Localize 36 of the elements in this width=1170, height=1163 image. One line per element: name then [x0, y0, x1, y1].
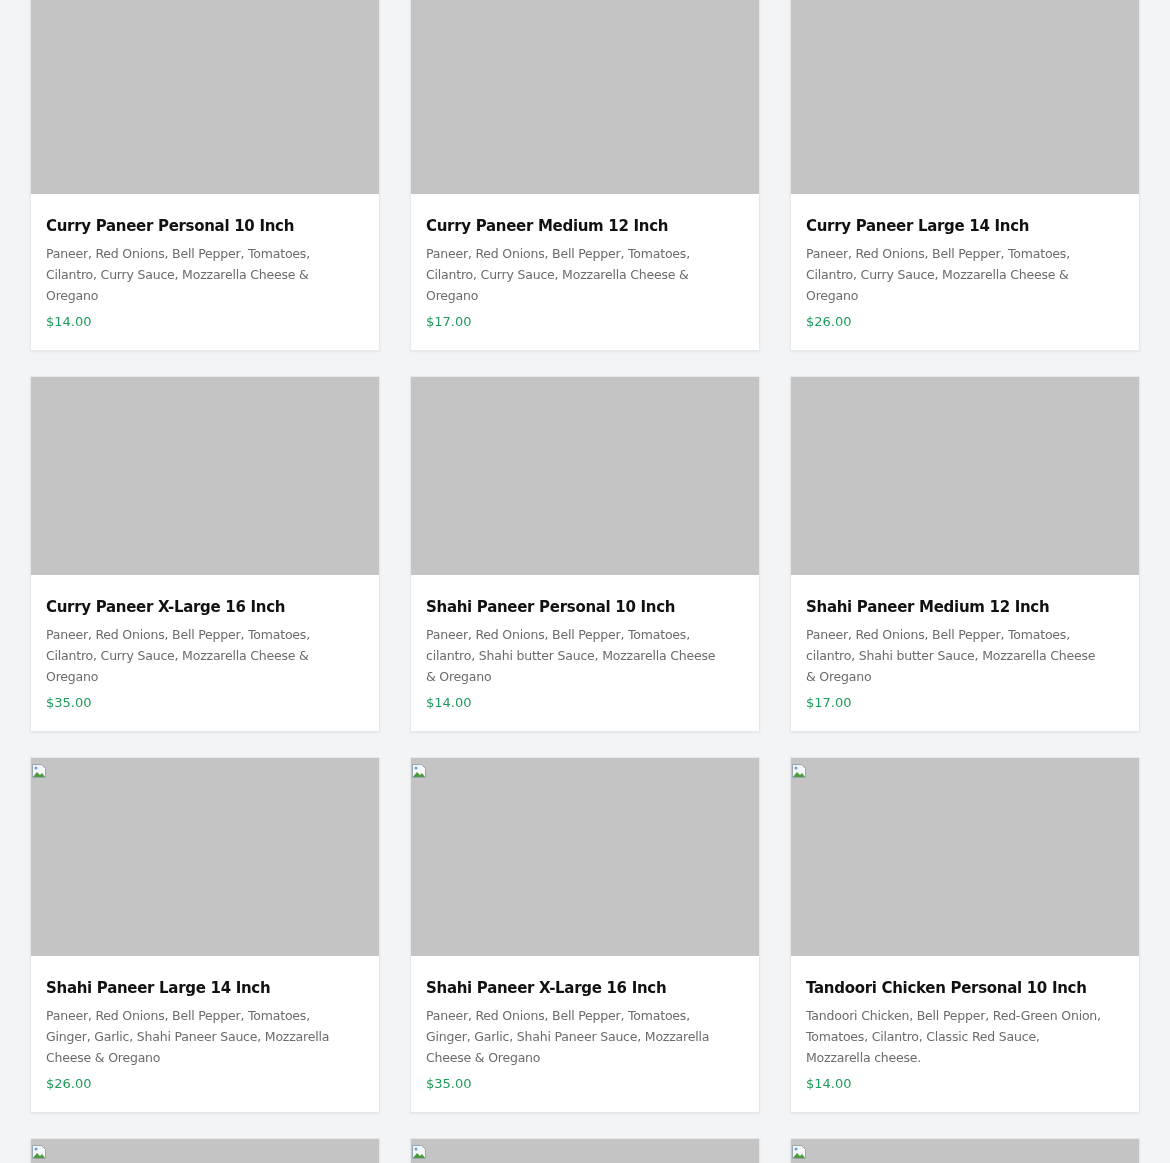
product-card[interactable]: Shahi Paneer Large 14 Inch Paneer, Red Onions, Bell Pepper, Tomatoes, Ginger, Garlic, Shahi Paneer Sauce, Mozzarella Cheese & Oregano $26.00 — [30, 757, 380, 1113]
product-price: $26.00 — [806, 314, 853, 329]
product-price: $35.00 — [46, 695, 93, 710]
product-card[interactable]: Tandoori Chicken Personal 10 Inch Tandoori Chicken, Bell Pepper, Red-Green Onion, Tomatoes, Cilantro, Classic Red Sauce, Mozzarella cheese. $14.00 — [790, 757, 1140, 1113]
product-description: Paneer, Red Onions, Bell Pepper, Tomatoes, Cilantro, Curry Sauce, Mozzarella Cheese & Oregano — [46, 245, 311, 305]
product-description: Paneer, Red Onions, Bell Pepper, Tomatoes, cilantro, Shahi butter Sauce, Mozzarella Cheese & Oregano — [426, 626, 717, 686]
product-price: $26.00 — [46, 1076, 93, 1091]
product-description: Paneer, Red Onions, Bell Pepper, Tomatoes, Cilantro, Curry Sauce, Mozzarella Cheese & Oregano — [806, 245, 1071, 305]
product-title: Curry Paneer Personal 10 Inch — [46, 216, 296, 237]
product-description: Paneer, Red Onions, Bell Pepper, Tomatoes, Cilantro, Curry Sauce, Mozzarella Cheese & Oregano — [426, 245, 691, 305]
product-price: $17.00 — [426, 314, 473, 329]
product-card[interactable]: Curry Paneer Medium 12 Inch Paneer, Red Onions, Bell Pepper, Tomatoes, Cilantro, Curry Sauce, Mozzarella Cheese & Oregano $17.00 — [410, 0, 760, 351]
product-title: Shahi Paneer Medium 12 Inch — [806, 597, 1051, 618]
product-description: Paneer, Red Onions, Bell Pepper, Tomatoes, Ginger, Garlic, Shahi Paneer Sauce, Mozzarella Cheese & Oregano — [46, 1007, 331, 1067]
product-card[interactable]: Curry Paneer Personal 10 Inch Paneer, Red Onions, Bell Pepper, Tomatoes, Cilantro, Curry Sauce, Mozzarella Cheese & Oregano $14.00 — [30, 0, 380, 351]
product-card[interactable]: Shahi Paneer Personal 10 Inch Paneer, Red Onions, Bell Pepper, Tomatoes, cilantro, Shahi butter Sauce, Mozzarella Cheese & Oregano $14.00 — [410, 376, 760, 732]
product-title: Shahi Paneer Personal 10 Inch — [426, 597, 677, 618]
product-title: Shahi Paneer Large 14 Inch — [46, 978, 272, 999]
product-description: Tandoori Chicken, Bell Pepper, Red-Green Onion, Tomatoes, Cilantro, Classic Red Sauce, Mozzarella cheese. — [806, 1007, 1102, 1067]
product-card[interactable]: Shahi Paneer X-Large 16 Inch Paneer, Red Onions, Bell Pepper, Tomatoes, Ginger, Garlic, Shahi Paneer Sauce, Mozzarella Cheese & Oregano $35.00 — [410, 757, 760, 1113]
product-card[interactable]: Curry Paneer X-Large 16 Inch Paneer, Red Onions, Bell Pepper, Tomatoes, Cilantro, Curry Sauce, Mozzarella Cheese & Oregano $35.00 — [30, 376, 380, 732]
product-title: Tandoori Chicken Personal 10 Inch — [806, 978, 1088, 999]
product-title: Shahi Paneer X-Large 16 Inch — [426, 978, 668, 999]
product-title: Curry Paneer Large 14 Inch — [806, 216, 1031, 237]
product-price: $14.00 — [426, 695, 473, 710]
product-card[interactable]: Shahi Paneer Medium 12 Inch Paneer, Red Onions, Bell Pepper, Tomatoes, cilantro, Shahi butter Sauce, Mozzarella Cheese & Oregano $17.00 — [790, 376, 1140, 732]
product-title: Curry Paneer X-Large 16 Inch — [46, 597, 287, 618]
product-price: $35.00 — [426, 1076, 473, 1091]
product-price: $17.00 — [806, 695, 853, 710]
product-description: Paneer, Red Onions, Bell Pepper, Tomatoes, cilantro, Shahi butter Sauce, Mozzarella Cheese & Oregano — [806, 626, 1097, 686]
product-description: Paneer, Red Onions, Bell Pepper, Tomatoes, Cilantro, Curry Sauce, Mozzarella Cheese & Oregano — [46, 626, 311, 686]
product-price: $14.00 — [806, 1076, 853, 1091]
product-price: $14.00 — [46, 314, 93, 329]
product-card[interactable]: Curry Paneer Large 14 Inch Paneer, Red Onions, Bell Pepper, Tomatoes, Cilantro, Curry Sauce, Mozzarella Cheese & Oregano $26.00 — [790, 0, 1140, 351]
product-title: Curry Paneer Medium 12 Inch — [426, 216, 670, 237]
product-description: Paneer, Red Onions, Bell Pepper, Tomatoes, Ginger, Garlic, Shahi Paneer Sauce, Mozzarella Cheese & Oregano — [426, 1007, 711, 1067]
